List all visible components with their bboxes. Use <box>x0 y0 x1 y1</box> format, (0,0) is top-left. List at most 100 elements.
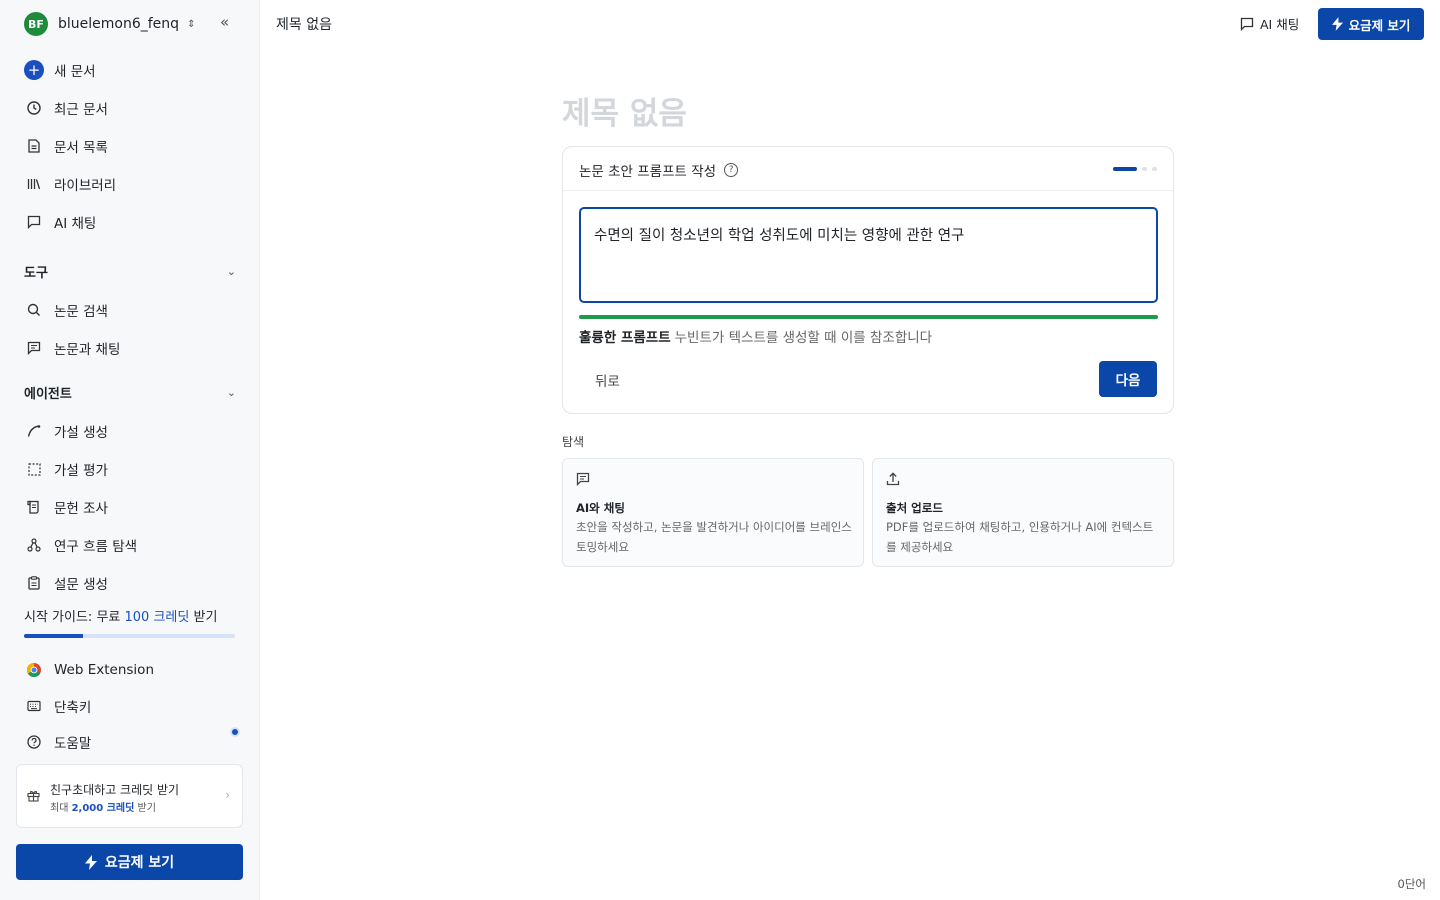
explore-card-description: PDF를 업로드하여 채팅하고, 인용하거나 AI에 컨텍스트를 제공하세요 <box>886 520 1154 554</box>
nav-item-label: 가설 생성 <box>54 425 108 441</box>
nav-item-hypothesis-generation[interactable]: 가설 생성 <box>24 418 244 444</box>
explore-card-upload-source[interactable]: 출처 업로드 PDF를 업로드하여 채팅하고, 인용하거나 AI에 컨텍스트를 … <box>872 458 1174 567</box>
invite-title: 친구초대하고 크레딧 받기 <box>50 783 180 797</box>
nav-item-shortcuts[interactable]: 단축키 <box>24 693 244 719</box>
chevron-right-icon: › <box>225 788 230 802</box>
nav-item-label: 새 문서 <box>54 64 96 80</box>
nav-item-help[interactable]: 도움말 <box>24 729 244 755</box>
nav-item-label: 논문과 채팅 <box>54 342 121 358</box>
word-count: 0단어 <box>1397 877 1426 891</box>
nav-item-label: 최근 문서 <box>54 102 108 118</box>
nav-item-label: 문서 목록 <box>54 140 108 156</box>
invite-sub-amount: 2,000 크레딧 <box>71 803 135 814</box>
nav-item-ai-chat[interactable]: AI 채팅 <box>24 209 244 235</box>
step-dot <box>1152 167 1157 171</box>
nav-item-research-flow[interactable]: 연구 흐름 탐색 <box>24 532 244 558</box>
document-icon <box>24 136 44 156</box>
network-icon <box>24 535 44 555</box>
explore-label: 탐색 <box>562 435 585 449</box>
clipboard-icon <box>24 573 44 593</box>
explore-card-title: 출처 업로드 <box>886 501 943 515</box>
guide-prefix: 시작 가이드: 무료 <box>24 610 121 625</box>
keyboard-icon <box>24 696 44 716</box>
search-icon <box>24 300 44 320</box>
lightning-icon <box>84 854 97 870</box>
section-title: 에이전트 <box>24 386 72 402</box>
invite-subtitle: 최대 2,000 크레딧 받기 <box>50 799 156 814</box>
account-switcher[interactable]: BF bluelemon6_fenq ⇕ <box>24 12 244 36</box>
nav-item-survey-generation[interactable]: 설문 생성 <box>24 570 244 596</box>
prompt-card-header: 논문 초안 프롬프트 작성 ? <box>563 147 1173 191</box>
invite-friends-card[interactable]: 친구초대하고 크레딧 받기 최대 2,000 크레딧 받기 › <box>16 764 243 828</box>
help-icon[interactable]: ? <box>724 163 739 177</box>
clock-icon <box>24 98 44 118</box>
section-tools[interactable]: 도구 ⌄ <box>24 261 236 281</box>
step-dot <box>1142 167 1147 171</box>
prompt-input[interactable]: 수면의 질이 청소년의 학업 성취도에 미치는 영향에 관한 연구 <box>579 207 1158 303</box>
avatar: BF <box>24 12 48 36</box>
quality-description: 누빈트가 텍스트를 생성할 때 이를 참조합니다 <box>674 330 933 346</box>
chevron-updown-icon: ⇕ <box>187 18 196 30</box>
chat-lines-icon <box>576 472 590 486</box>
explore-card-description: 초안을 작성하고, 논문을 발견하거나 아이디어를 브레인스토밍하세요 <box>576 520 852 554</box>
chrome-icon <box>24 660 44 680</box>
chat-icon <box>24 212 44 232</box>
nav-item-recent-documents[interactable]: 최근 문서 <box>24 95 244 121</box>
guide-progress-bar <box>24 634 235 638</box>
prompt-card-title: 논문 초안 프롬프트 작성 ? <box>579 160 739 180</box>
getting-started-guide[interactable]: 시작 가이드: 무료 100 크레딧 받기 <box>24 606 236 625</box>
nav-item-label: 설문 생성 <box>54 577 108 593</box>
header-ai-chat-label: AI 채팅 <box>1260 17 1300 32</box>
chat-icon <box>1240 17 1254 31</box>
nav-item-label: AI 채팅 <box>54 216 97 232</box>
next-button[interactable]: 다음 <box>1099 361 1157 397</box>
nav-item-chat-with-paper[interactable]: 논문과 채팅 <box>24 335 244 361</box>
explore-card-title: AI와 채팅 <box>576 501 625 515</box>
nav-item-label: Web Extension <box>54 662 154 678</box>
nav-item-paper-search[interactable]: 논문 검색 <box>24 297 244 323</box>
guide-suffix: 받기 <box>193 610 218 625</box>
prompt-card-title-text: 논문 초안 프롬프트 작성 <box>579 164 717 180</box>
dashed-square-icon <box>24 459 44 479</box>
upload-icon <box>886 472 900 486</box>
nav-item-literature-review[interactable]: 문헌 조사 <box>24 494 244 520</box>
scroll-icon <box>24 497 44 517</box>
notification-dot <box>230 727 240 737</box>
document-title[interactable]: 제목 없음 <box>276 14 332 34</box>
invite-sub-suffix: 받기 <box>137 803 156 814</box>
chevron-down-icon: ⌄ <box>226 264 236 278</box>
section-agents[interactable]: 에이전트 ⌄ <box>24 382 236 402</box>
nav-item-label: 가설 평가 <box>54 463 108 479</box>
chat-lines-icon <box>24 338 44 358</box>
section-title: 도구 <box>24 265 48 281</box>
prompt-quality-fill <box>579 315 1158 319</box>
plus-icon: + <box>24 60 44 80</box>
nav-item-label: 라이브러리 <box>54 178 117 194</box>
prompt-quality-bar <box>579 315 1158 319</box>
library-icon <box>24 174 44 194</box>
gift-icon <box>27 789 40 802</box>
sidebar: BF bluelemon6_fenq ⇕ « + 새 문서 최근 문서 문서 목… <box>0 0 260 900</box>
sidebar-view-plans-button[interactable]: 요금제 보기 <box>16 844 243 880</box>
header-ai-chat-button[interactable]: AI 채팅 <box>1240 14 1299 33</box>
nav-item-label: 연구 흐름 탐색 <box>54 539 138 555</box>
nav-item-new-document[interactable]: + 새 문서 <box>24 57 244 83</box>
guide-credit: 100 크레딧 <box>124 610 190 625</box>
guide-progress-fill <box>24 634 84 638</box>
prompt-quality-text: 훌륭한 프롬프트 누빈트가 텍스트를 생성할 때 이를 참조합니다 <box>579 326 932 346</box>
nav-item-hypothesis-evaluation[interactable]: 가설 평가 <box>24 456 244 482</box>
nav-item-label: 단축키 <box>54 700 92 716</box>
curve-icon <box>24 421 44 441</box>
help-icon <box>24 732 44 752</box>
header-view-plans-button[interactable]: 요금제 보기 <box>1318 8 1424 40</box>
nav-item-library[interactable]: 라이브러리 <box>24 171 244 197</box>
explore-card-ai-chat[interactable]: AI와 채팅 초안을 작성하고, 논문을 발견하거나 아이디어를 브레인스토밍하… <box>562 458 864 567</box>
nav-item-web-extension[interactable]: Web Extension <box>24 657 244 683</box>
page-title[interactable]: 제목 없음 <box>562 88 687 133</box>
nav-item-document-list[interactable]: 문서 목록 <box>24 133 244 159</box>
back-button[interactable]: 뒤로 <box>595 370 620 390</box>
step-indicator <box>1113 167 1157 171</box>
invite-sub-prefix: 최대 <box>50 803 69 814</box>
account-name: bluelemon6_fenq <box>58 16 180 32</box>
collapse-sidebar-icon[interactable]: « <box>220 13 229 31</box>
